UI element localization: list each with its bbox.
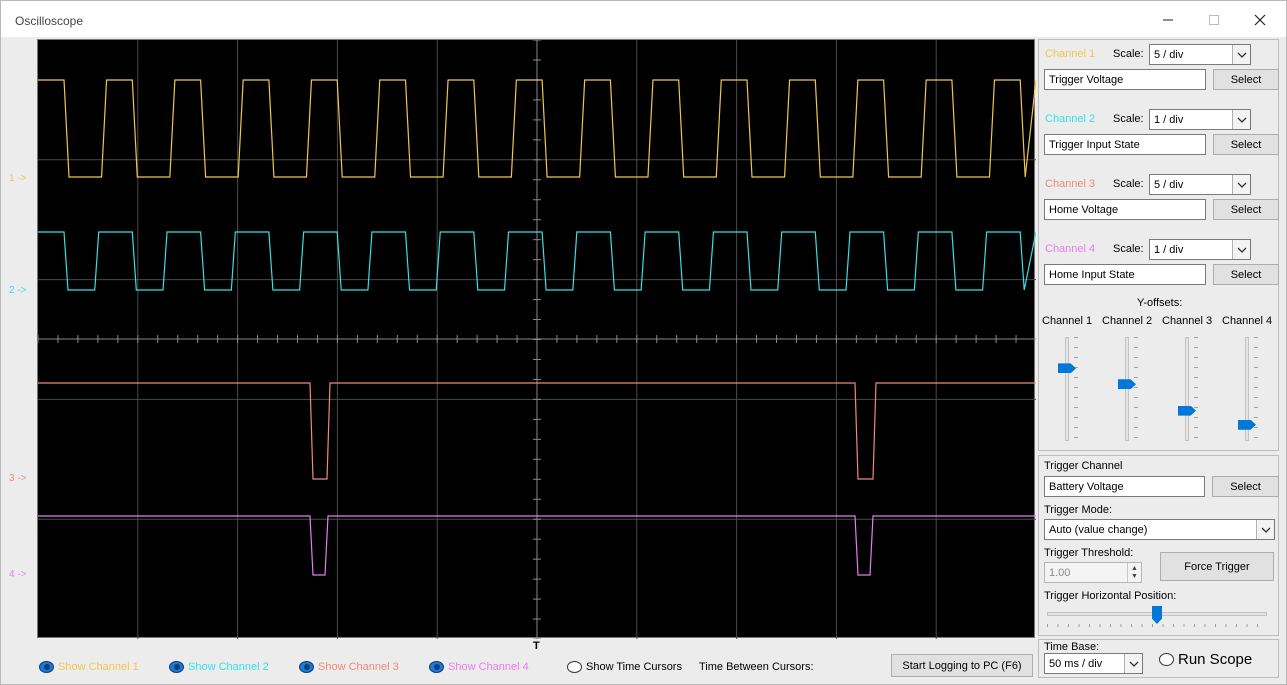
channel-2-label: Channel 2 <box>1045 113 1096 125</box>
trigger-threshold-label: Trigger Threshold: <box>1044 547 1134 559</box>
start-logging-button[interactable]: Start Logging to PC (F6) <box>891 654 1033 677</box>
radio-off-icon <box>567 661 582 673</box>
chevron-down-icon <box>1232 45 1250 64</box>
chevron-down-icon <box>1256 520 1274 539</box>
close-button[interactable] <box>1237 7 1283 33</box>
show-channel-1-toggle[interactable]: Show Channel 1 <box>39 661 139 673</box>
chevron-down-icon <box>1232 240 1250 259</box>
y-offset-channel-4-label: Channel 4 <box>1222 315 1273 327</box>
y-offset-channel-3-slider[interactable] <box>1177 337 1198 441</box>
show-channel-4-label: Show Channel 4 <box>448 661 529 673</box>
slider-thumb[interactable] <box>1152 606 1162 624</box>
time-base-value: 50 ms / div <box>1049 657 1103 670</box>
channel-1-select-button[interactable]: Select <box>1213 69 1279 90</box>
channel-4-scale-value: 1 / div <box>1154 243 1184 256</box>
channel-3-select-button[interactable]: Select <box>1213 199 1279 220</box>
y-offset-channel-1-label: Channel 1 <box>1042 315 1093 327</box>
time-base-label: Time Base: <box>1044 641 1100 653</box>
radio-off-icon <box>1159 653 1174 666</box>
run-scope-label: Run Scope <box>1178 651 1253 668</box>
y-offset-channel-1-slider[interactable] <box>1057 337 1078 441</box>
trigger-threshold-input[interactable]: 1.00 ▲ ▼ <box>1044 562 1142 583</box>
oscilloscope-window: Oscilloscope 1 -> 2 -> 3 -> 4 -> T Show … <box>0 0 1287 685</box>
channel-4-label: Channel 4 <box>1045 243 1096 255</box>
show-channel-1-label: Show Channel 1 <box>58 661 139 673</box>
trigger-mode-value: Auto (value change) <box>1049 523 1148 536</box>
trigger-horizontal-position-label: Trigger Horizontal Position: <box>1044 590 1177 602</box>
channel-4-signal-field[interactable]: Home Input State <box>1044 264 1206 285</box>
channel-2-scale-label: Scale: <box>1113 113 1144 125</box>
channel-3-scale-dropdown[interactable]: 5 / div <box>1149 174 1251 195</box>
chevron-down-icon <box>1232 175 1250 194</box>
radio-on-icon <box>169 661 184 673</box>
y-offsets-title: Y-offsets: <box>1137 297 1183 309</box>
channel-1-scale-label: Scale: <box>1113 48 1144 60</box>
time-base-dropdown[interactable]: 50 ms / div <box>1044 653 1143 674</box>
trigger-threshold-value: 1.00 <box>1049 566 1071 579</box>
show-channel-4-toggle[interactable]: Show Channel 4 <box>429 661 529 673</box>
minimize-button[interactable] <box>1145 7 1191 33</box>
y-offset-channel-3-label: Channel 3 <box>1162 315 1213 327</box>
channel-4-select-button[interactable]: Select <box>1213 264 1279 285</box>
channel-1-label: Channel 1 <box>1045 48 1096 60</box>
trigger-time-marker: T <box>533 640 540 652</box>
trigger-channel-label: Trigger Channel <box>1044 460 1123 472</box>
radio-on-icon <box>39 661 54 673</box>
spin-arrows-icon[interactable]: ▲ ▼ <box>1127 563 1141 582</box>
channel-4-scale-dropdown[interactable]: 1 / div <box>1149 239 1251 260</box>
show-channel-2-toggle[interactable]: Show Channel 2 <box>169 661 269 673</box>
channel-3-label: Channel 3 <box>1045 178 1096 190</box>
trigger-mode-label: Trigger Mode: <box>1044 504 1113 516</box>
channel-3-marker: 3 -> <box>9 473 27 484</box>
window-title: Oscilloscope <box>15 14 84 28</box>
force-trigger-button[interactable]: Force Trigger <box>1160 552 1274 581</box>
channel-1-signal-field[interactable]: Trigger Voltage <box>1044 69 1206 90</box>
scope-plot <box>38 40 1036 639</box>
show-channel-2-label: Show Channel 2 <box>188 661 269 673</box>
time-between-cursors-label: Time Between Cursors: <box>699 661 814 673</box>
channel-2-scale-value: 1 / div <box>1154 113 1184 126</box>
title-bar: Oscilloscope <box>1 1 1286 37</box>
run-scope-toggle[interactable]: Run Scope <box>1159 651 1252 668</box>
channel-3-signal-field[interactable]: Home Voltage <box>1044 199 1206 220</box>
scope-display[interactable] <box>37 39 1036 639</box>
show-channel-3-toggle[interactable]: Show Channel 3 <box>299 661 399 673</box>
trigger-horizontal-position-slider[interactable] <box>1047 606 1267 627</box>
radio-on-icon <box>429 661 444 673</box>
channel-2-scale-dropdown[interactable]: 1 / div <box>1149 109 1251 130</box>
y-offset-channel-2-label: Channel 2 <box>1102 315 1153 327</box>
channel-3-scale-value: 5 / div <box>1154 178 1184 191</box>
y-offset-channel-4-slider[interactable] <box>1237 337 1258 441</box>
channel-4-scale-label: Scale: <box>1113 243 1144 255</box>
show-channel-3-label: Show Channel 3 <box>318 661 399 673</box>
channel-2-marker: 2 -> <box>9 285 27 296</box>
channel-1-scale-dropdown[interactable]: 5 / div <box>1149 44 1251 65</box>
channel-4-marker: 4 -> <box>9 569 27 580</box>
trigger-mode-dropdown[interactable]: Auto (value change) <box>1044 519 1275 540</box>
trigger-channel-field[interactable]: Battery Voltage <box>1044 476 1205 497</box>
trigger-channel-select-button[interactable]: Select <box>1212 476 1279 497</box>
show-time-cursors-label: Show Time Cursors <box>586 661 682 673</box>
chevron-down-icon <box>1124 654 1142 673</box>
channel-2-select-button[interactable]: Select <box>1213 134 1279 155</box>
channel-1-scale-value: 5 / div <box>1154 48 1184 61</box>
chevron-down-icon <box>1232 110 1250 129</box>
channel-1-marker: 1 -> <box>9 173 27 184</box>
radio-on-icon <box>299 661 314 673</box>
show-time-cursors-toggle[interactable]: Show Time Cursors <box>567 661 682 673</box>
y-offset-channel-2-slider[interactable] <box>1117 337 1138 441</box>
channel-3-scale-label: Scale: <box>1113 178 1144 190</box>
maximize-button[interactable] <box>1191 7 1237 33</box>
channel-2-signal-field[interactable]: Trigger Input State <box>1044 134 1206 155</box>
